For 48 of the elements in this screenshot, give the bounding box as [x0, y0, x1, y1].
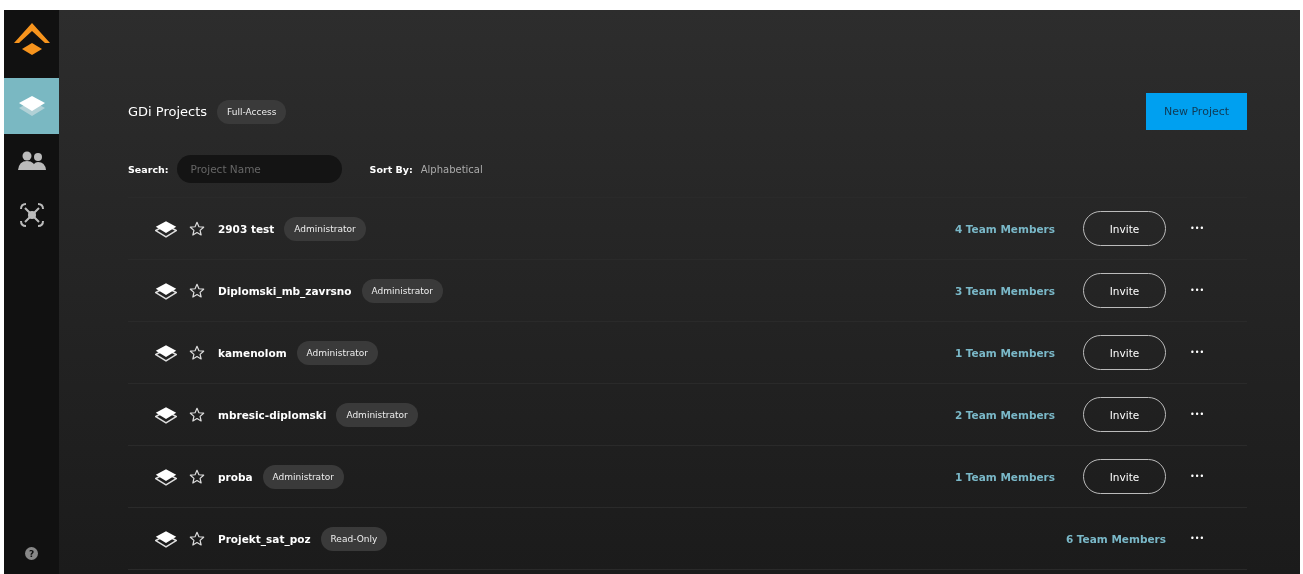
layers-icon: [155, 281, 177, 300]
more-button[interactable]: •••: [1190, 534, 1202, 543]
role-tag: Administrator: [296, 340, 378, 365]
team-members-link[interactable]: 1 Team Members: [954, 346, 1055, 359]
users-icon: [17, 151, 46, 171]
more-button[interactable]: •••: [1190, 224, 1202, 233]
layers-icon: [155, 405, 177, 424]
star-icon[interactable]: [189, 406, 205, 423]
star-icon[interactable]: [189, 282, 205, 299]
team-members-link[interactable]: 6 Team Members: [1065, 532, 1166, 545]
layers-icon: [155, 529, 177, 548]
role-tag: Read-Only: [320, 526, 388, 551]
drone-icon: [18, 202, 45, 228]
star-icon[interactable]: [189, 344, 205, 361]
team-members-link[interactable]: 1 Team Members: [954, 470, 1055, 483]
more-button[interactable]: •••: [1190, 348, 1202, 357]
search-label: Search:: [128, 163, 169, 175]
star-icon[interactable]: [189, 220, 205, 237]
layers-icon: [17, 95, 46, 117]
project-name[interactable]: mbresic-diplomski: [218, 408, 327, 421]
project-name[interactable]: Projekt_sat_poz: [218, 532, 311, 545]
layers-icon: [155, 467, 177, 486]
project-name[interactable]: Diplomski_mb_zavrsno: [218, 284, 352, 297]
layers-icon: [155, 343, 177, 362]
layers-icon: [155, 219, 177, 238]
more-button[interactable]: •••: [1190, 472, 1202, 481]
new-project-button[interactable]: New Project: [1146, 93, 1247, 130]
role-tag: Administrator: [336, 402, 418, 427]
logo-icon: [11, 22, 52, 56]
team-members-link[interactable]: 4 Team Members: [954, 222, 1055, 235]
more-button[interactable]: •••: [1190, 286, 1202, 295]
sort-dropdown[interactable]: Alphabetical: [420, 163, 483, 175]
star-icon[interactable]: [189, 468, 205, 485]
role-tag: Administrator: [361, 278, 443, 303]
search-field[interactable]: Project Name: [176, 155, 342, 183]
project-name[interactable]: kamenolom: [218, 346, 287, 359]
help-icon[interactable]: ?: [25, 547, 38, 560]
page-title: GDi Projects: [128, 104, 208, 119]
more-button[interactable]: •••: [1190, 410, 1202, 419]
sort-label: Sort By:: [369, 163, 413, 175]
role-tag: Administrator: [262, 464, 344, 489]
project-name[interactable]: 2903 test: [218, 222, 275, 235]
role-tag: Administrator: [284, 216, 366, 241]
team-members-link[interactable]: 2 Team Members: [954, 408, 1055, 421]
access-tag: Full-Access: [217, 99, 287, 124]
star-icon[interactable]: [189, 530, 205, 547]
team-members-link[interactable]: 3 Team Members: [954, 284, 1055, 297]
project-name[interactable]: proba: [218, 470, 253, 483]
